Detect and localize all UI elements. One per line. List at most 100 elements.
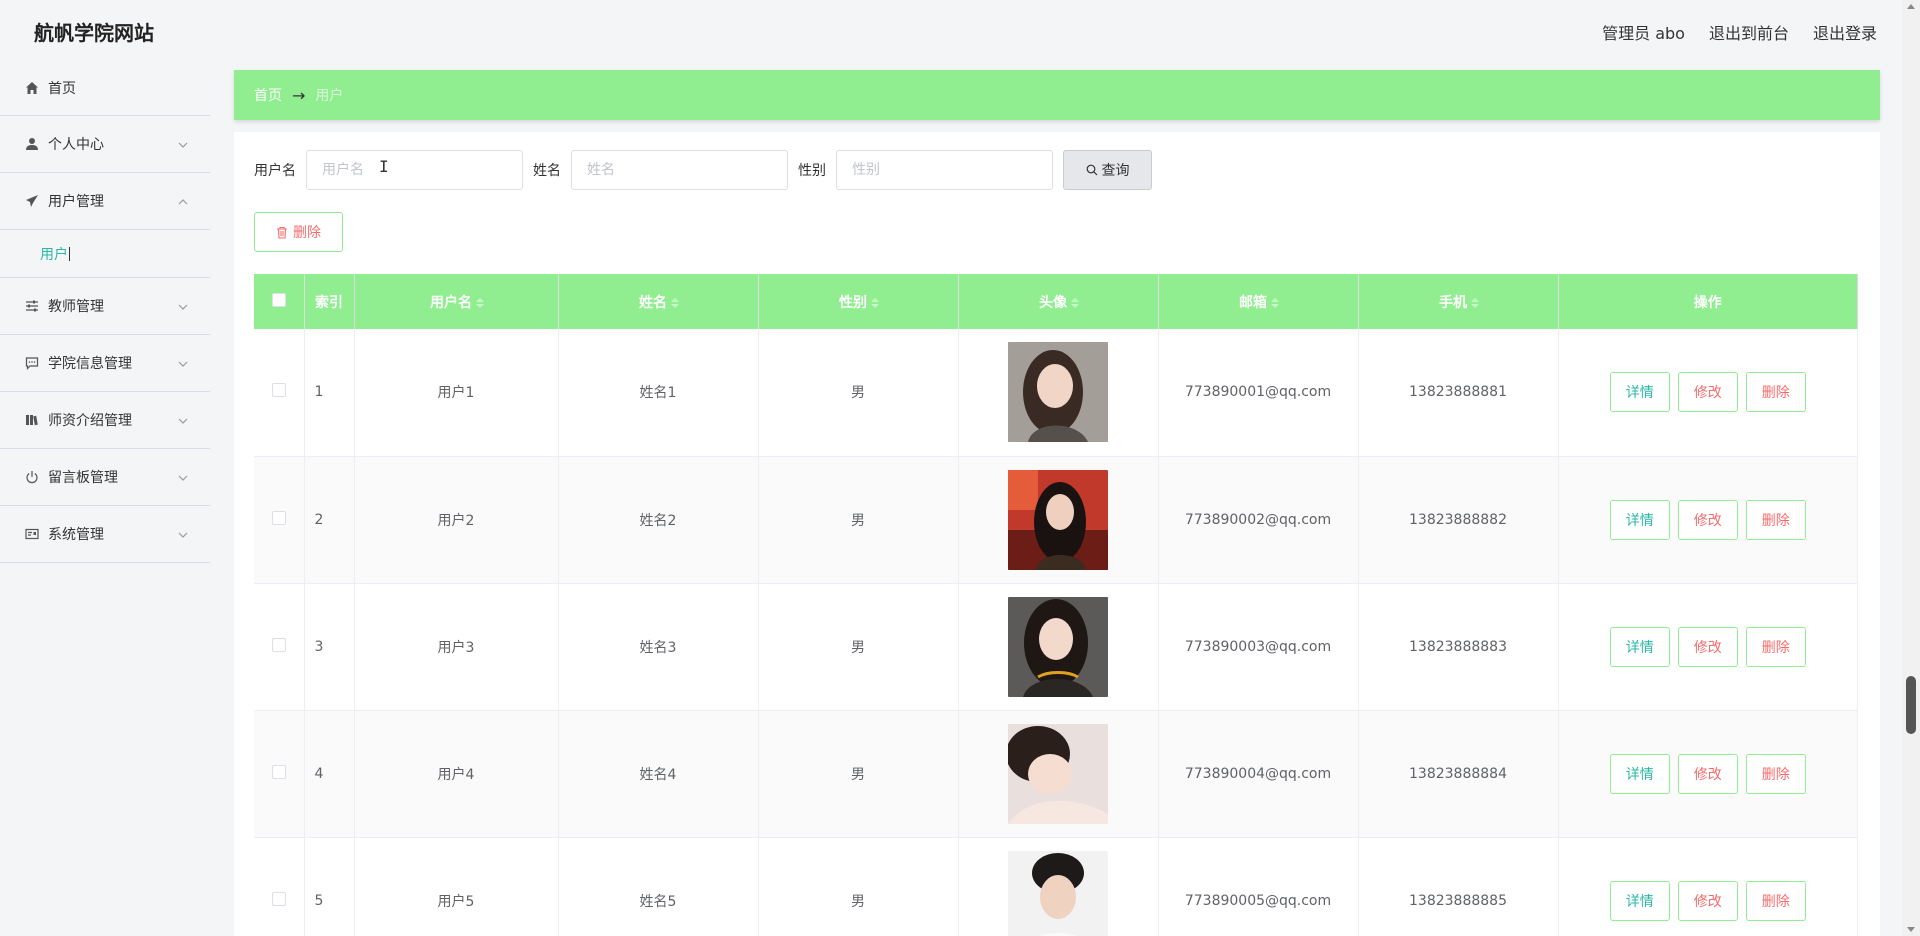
sidebar-item-teacher-management[interactable]: 教师管理 <box>0 278 210 335</box>
edit-button[interactable]: 修改 <box>1677 626 1738 667</box>
row-select-cell <box>254 329 305 457</box>
row-checkbox[interactable] <box>271 637 286 652</box>
col-header-email[interactable]: 邮箱 <box>1158 274 1359 329</box>
row-checkbox[interactable] <box>271 764 286 779</box>
scroll-up-arrow-icon[interactable] <box>1907 4 1915 9</box>
books-icon <box>24 412 40 428</box>
row-checkbox[interactable] <box>271 510 286 525</box>
cell-phone: 13823888884 <box>1358 710 1559 838</box>
avatar-image[interactable] <box>1008 850 1108 936</box>
cell-name: 姓名5 <box>558 837 759 936</box>
detail-button[interactable]: 详情 <box>1609 626 1670 667</box>
row-checkbox[interactable] <box>271 891 286 906</box>
edit-button[interactable]: 修改 <box>1677 372 1738 413</box>
name-label: 姓名 <box>533 163 561 179</box>
col-header-label: 性别 <box>839 294 867 311</box>
sidebar-item-faculty-intro[interactable]: 师资介绍管理 <box>0 392 210 449</box>
content-panel: 用户名 姓名 性别 查询 删除 索引 用户名 姓名 性别 <box>234 132 1880 936</box>
col-header-name[interactable]: 姓名 <box>558 274 759 329</box>
col-header-phone[interactable]: 手机 <box>1358 274 1559 329</box>
table-row: 2 用户2 姓名2 男 773890002@qq.com 13823888882… <box>254 456 1858 584</box>
username-search-input[interactable] <box>306 150 523 190</box>
avatar-image[interactable] <box>1008 723 1108 824</box>
col-header-label: 手机 <box>1439 294 1467 311</box>
detail-button[interactable]: 详情 <box>1609 499 1670 540</box>
sidebar-item-label: 个人中心 <box>48 137 104 153</box>
col-header-label: 头像 <box>1039 294 1067 311</box>
paper-plane-icon <box>24 193 40 209</box>
chevron-down-icon <box>178 304 188 310</box>
avatar-image[interactable] <box>1008 596 1108 697</box>
site-title: 航帆学院网站 <box>34 21 154 45</box>
cell-avatar <box>958 329 1159 457</box>
sidebar-item-message-board[interactable]: 留言板管理 <box>0 449 210 506</box>
search-bar: 用户名 姓名 性别 查询 <box>254 150 1152 190</box>
scroll-down-arrow-icon[interactable] <box>1907 927 1915 932</box>
sidebar-item-label: 首页 <box>48 80 76 97</box>
sidebar-item-college-info[interactable]: 学院信息管理 <box>0 335 210 392</box>
edit-button[interactable]: 修改 <box>1677 499 1738 540</box>
gender-search-input[interactable] <box>836 150 1053 190</box>
breadcrumb-separator: → <box>292 85 306 105</box>
sidebar-item-home[interactable]: 首页 <box>0 60 210 116</box>
cell-email: 773890004@qq.com <box>1158 710 1359 838</box>
col-header-avatar[interactable]: 头像 <box>958 274 1159 329</box>
cell-username: 用户2 <box>354 456 559 584</box>
gender-label: 性别 <box>798 163 826 179</box>
main-area: 首页 → 用户 用户名 姓名 性别 查询 删除 索引 用 <box>210 60 1902 936</box>
cell-name: 姓名2 <box>558 456 759 584</box>
detail-button[interactable]: 详情 <box>1609 880 1670 921</box>
cell-index: 1 <box>304 329 355 457</box>
avatar-image[interactable] <box>1008 342 1108 443</box>
delete-button[interactable]: 删除 <box>1745 753 1806 794</box>
delete-button[interactable]: 删除 <box>1745 499 1806 540</box>
query-button[interactable]: 查询 <box>1063 150 1152 190</box>
cell-name: 姓名4 <box>558 710 759 838</box>
sort-icon <box>671 297 679 308</box>
col-header-actions: 操作 <box>1558 274 1858 329</box>
sort-icon <box>871 297 879 308</box>
detail-button[interactable]: 详情 <box>1609 753 1670 794</box>
row-checkbox[interactable] <box>271 383 286 398</box>
sidebar-item-label: 用户管理 <box>48 194 104 210</box>
cell-email: 773890005@qq.com <box>1158 837 1359 936</box>
username-label: 用户名 <box>254 163 296 179</box>
cell-phone: 13823888883 <box>1358 583 1559 711</box>
select-all-checkbox[interactable] <box>271 292 286 307</box>
cell-avatar <box>958 583 1159 711</box>
delete-button[interactable]: 删除 <box>1745 880 1806 921</box>
cell-username: 用户1 <box>354 329 559 457</box>
avatar-image[interactable] <box>1008 469 1108 570</box>
delete-button[interactable]: 删除 <box>1745 626 1806 667</box>
header-links: 管理员 abo 退出到前台 退出登录 <box>1602 20 1877 44</box>
batch-delete-button[interactable]: 删除 <box>254 212 343 252</box>
edit-button[interactable]: 修改 <box>1677 753 1738 794</box>
chevron-down-icon <box>178 361 188 367</box>
page-scrollbar[interactable] <box>1902 0 1920 936</box>
edit-button[interactable]: 修改 <box>1677 880 1738 921</box>
cell-username: 用户4 <box>354 710 559 838</box>
row-select-cell <box>254 837 305 936</box>
sidebar-item-system-management[interactable]: 系统管理 <box>0 506 210 563</box>
name-search-input[interactable] <box>571 150 788 190</box>
delete-button[interactable]: 删除 <box>1745 372 1806 413</box>
scrollbar-thumb[interactable] <box>1906 676 1916 734</box>
sidebar-item-user-management[interactable]: 用户管理 <box>0 173 210 230</box>
cell-index: 2 <box>304 456 355 584</box>
detail-button[interactable]: 详情 <box>1609 372 1670 413</box>
breadcrumb-home[interactable]: 首页 <box>254 85 282 105</box>
sidebar-subitem-user[interactable]: 用户 <box>0 230 210 278</box>
table-row: 3 用户3 姓名3 男 773890003@qq.com 13823888883… <box>254 583 1858 711</box>
logout-link[interactable]: 退出登录 <box>1813 20 1877 44</box>
sort-icon <box>1071 297 1079 308</box>
row-select-cell <box>254 583 305 711</box>
back-to-front-link[interactable]: 退出到前台 <box>1709 20 1789 44</box>
col-header-gender[interactable]: 性别 <box>758 274 959 329</box>
sidebar-item-label: 系统管理 <box>48 527 104 543</box>
col-header-username[interactable]: 用户名 <box>354 274 559 329</box>
col-header-label: 姓名 <box>639 294 667 311</box>
cell-actions: 详情 修改 删除 <box>1558 329 1858 457</box>
table-row: 1 用户1 姓名1 男 773890001@qq.com 13823888881… <box>254 329 1858 457</box>
sidebar-item-label: 学院信息管理 <box>48 356 132 372</box>
sidebar-item-personal-center[interactable]: 个人中心 <box>0 116 210 173</box>
